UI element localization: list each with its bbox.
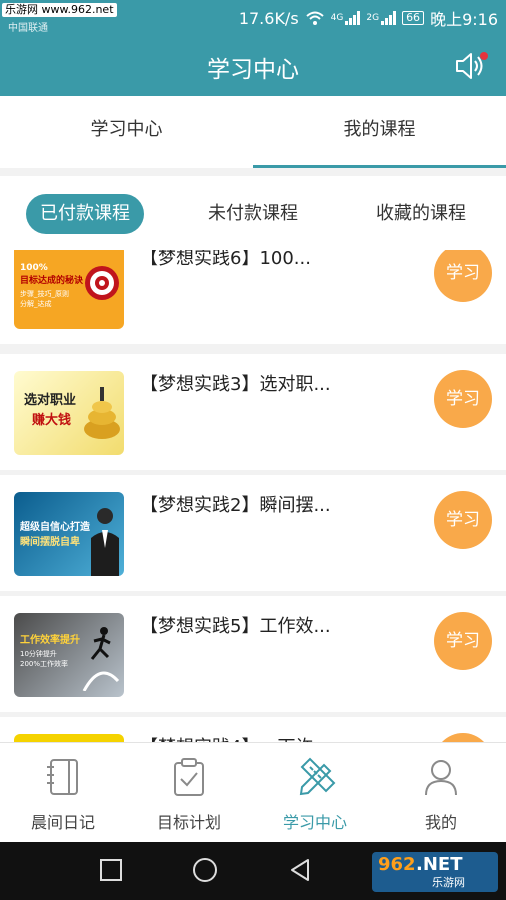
course-title: 【梦想实践5】工作效... <box>140 616 331 637</box>
course-item[interactable]: 100% 目标达成的秘诀 步骤_技巧_原则 分解_达成 【梦想实践6】100..… <box>0 250 506 344</box>
filter-paid-courses[interactable]: 已付款课程 <box>26 194 144 234</box>
course-thumbnail <box>14 734 124 742</box>
learn-button[interactable]: 学习 <box>434 370 492 428</box>
thumb-text: 超级自信心打造 <box>20 522 90 533</box>
filter-favorite-courses[interactable]: 收藏的课程 <box>362 194 480 234</box>
wifi-icon <box>305 11 324 25</box>
person-icon <box>425 760 457 796</box>
watermark-label: 乐游网 www.962.net <box>2 3 117 17</box>
thumb-text: 100% <box>20 263 48 273</box>
course-item[interactable]: 工作效率提升 10分钟提升 200%工作效率 【梦想实践5】工作效... 学习 <box>0 596 506 712</box>
notification-dot <box>480 52 488 60</box>
thumb-text: 工作效率提升 <box>20 635 80 646</box>
learn-button[interactable]: 学习 <box>434 612 492 670</box>
thumb-text: 200%工作效率 <box>20 660 69 668</box>
course-item[interactable]: 超级自信心打造 瞬间摆脱自卑 【梦想实践2】瞬间摆... 学习 <box>0 475 506 591</box>
watermark-logo: 962 .NET 乐游网 <box>372 852 498 892</box>
course-title: 【梦想实践2】瞬间摆... <box>140 495 331 516</box>
learn-button[interactable]: 学习 <box>434 250 492 302</box>
network-type-1: 4G <box>330 13 344 23</box>
runner-clock-icon <box>82 627 120 691</box>
battery-icon: 66 <box>402 11 425 25</box>
nav-goal-plan[interactable]: 目标计划 <box>126 743 252 843</box>
course-thumbnail: 工作效率提升 10分钟提升 200%工作效率 <box>14 613 124 697</box>
page-title: 学习中心 <box>207 57 299 83</box>
learn-button[interactable]: 学习 <box>434 491 492 549</box>
target-icon <box>85 266 119 300</box>
recent-apps-icon[interactable] <box>98 856 124 884</box>
course-thumbnail: 超级自信心打造 瞬间摆脱自卑 <box>14 492 124 576</box>
tab-my-courses[interactable]: 我的课程 <box>253 96 506 168</box>
nav-label: 我的 <box>424 813 457 832</box>
thumb-text: 赚大钱 <box>32 413 72 428</box>
course-title: 【梦想实践6】100... <box>140 250 311 269</box>
nav-label: 学习中心 <box>282 813 347 832</box>
pencil-ruler-icon <box>299 757 336 796</box>
home-icon[interactable] <box>191 856 219 884</box>
course-title: 【梦想实践3】选对职... <box>140 374 331 395</box>
course-thumbnail: 选对职业 赚大钱 <box>14 371 124 455</box>
system-navigation-bar: 962 .NET 乐游网 <box>0 842 506 900</box>
course-item[interactable]: 【梦想实践4】一下许... 学习 <box>0 717 506 742</box>
tab-learning-center[interactable]: 学习中心 <box>0 96 253 168</box>
nav-learning-center[interactable]: 学习中心 <box>252 743 378 843</box>
tab-bar: 学习中心 我的课程 <box>0 96 506 168</box>
course-filter-bar: 已付款课程 未付款课程 收藏的课程 <box>0 176 506 250</box>
course-title: 【梦想实践4】一下许... <box>140 733 331 742</box>
signal-icon-2 <box>381 11 397 25</box>
coin-stairs-icon <box>84 387 120 439</box>
carrier-label: 中国联通 <box>8 23 48 34</box>
nav-mine[interactable]: 我的 <box>378 743 504 843</box>
nav-morning-diary[interactable]: 晨间日记 <box>0 743 126 843</box>
network-speed: 17.6K/s <box>238 8 299 28</box>
thumb-text: 分解_达成 <box>20 300 52 308</box>
watermark-brand: 962 <box>378 854 416 875</box>
course-list[interactable]: 100% 目标达成的秘诀 步骤_技巧_原则 分解_达成 【梦想实践6】100..… <box>0 250 506 742</box>
speaker-button[interactable] <box>454 50 488 82</box>
nav-label: 目标计划 <box>156 813 221 832</box>
thumb-text: 选对职业 <box>24 393 77 408</box>
clock: 晚上9:16 <box>430 10 498 29</box>
signal-icon <box>345 11 361 25</box>
clipboard-check-icon <box>174 758 204 796</box>
thumb-text: 瞬间摆脱自卑 <box>20 537 80 548</box>
watermark-text: 乐游网 <box>432 876 465 889</box>
course-item[interactable]: 选对职业 赚大钱 【梦想实践3】选对职... 学习 <box>0 354 506 470</box>
status-bar: 乐游网 www.962.net 中国联通 17.6K/s 4G 2G 66 晚上… <box>0 0 506 34</box>
businessman-icon <box>91 508 119 576</box>
back-icon[interactable] <box>286 856 314 884</box>
network-type-2: 2G <box>366 13 380 23</box>
watermark-suffix: .NET <box>416 854 463 875</box>
app-header: 学习中心 <box>0 34 506 96</box>
notebook-icon <box>47 759 78 795</box>
nav-label: 晨间日记 <box>30 813 95 832</box>
learn-button[interactable]: 学习 <box>434 733 492 742</box>
course-thumbnail: 100% 目标达成的秘诀 步骤_技巧_原则 分解_达成 <box>14 250 124 329</box>
bottom-navigation: 晨间日记 目标计划 学习中心 我的 <box>0 742 506 842</box>
filter-unpaid-courses[interactable]: 未付款课程 <box>194 194 312 234</box>
thumb-text: 目标达成的秘诀 <box>20 276 84 286</box>
